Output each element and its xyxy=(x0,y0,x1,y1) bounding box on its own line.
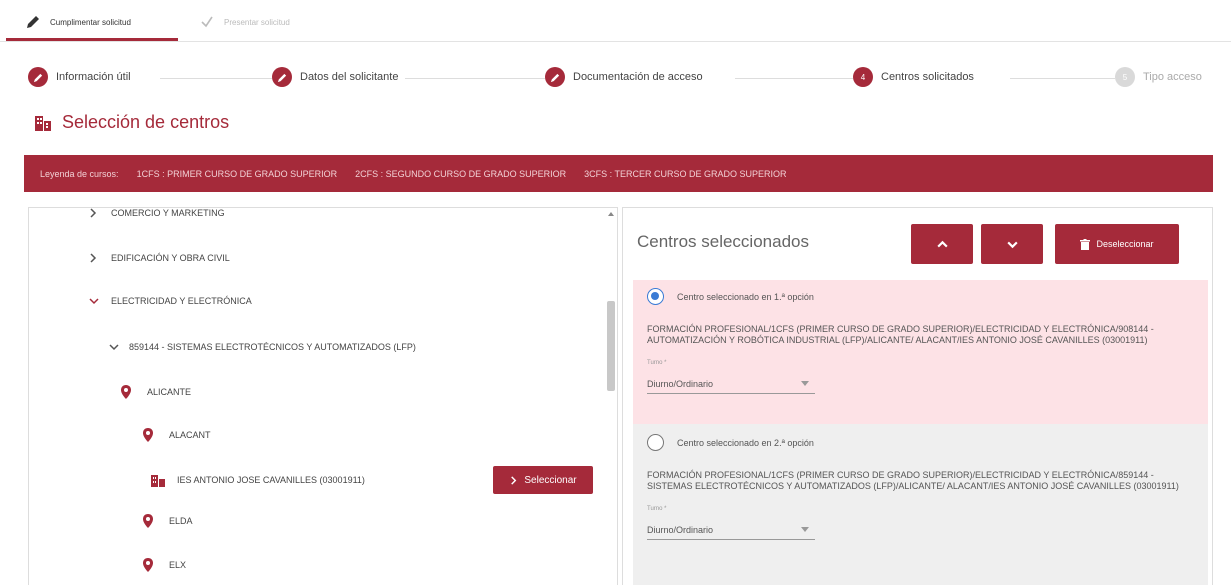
stepper: Información útil Datos del solicitante D… xyxy=(0,62,1231,92)
chevron-right-icon xyxy=(511,475,517,485)
trash-icon xyxy=(1080,238,1091,250)
chevron-right-icon xyxy=(90,208,97,218)
step-edit-icon xyxy=(272,67,292,87)
turno-value: Diurno/Ordinario xyxy=(647,524,714,535)
step-connector xyxy=(405,78,545,79)
tree-item-label: IES ANTONIO JOSE CAVANILLES (03001911) xyxy=(177,475,365,485)
select-button[interactable]: Seleccionar xyxy=(493,466,593,494)
step-connector xyxy=(735,78,853,79)
option-1-description: FORMACIÓN PROFESIONAL/1CFS (PRIMER CURSO… xyxy=(647,324,1154,345)
pencil-icon xyxy=(27,16,39,28)
map-pin-icon xyxy=(121,385,131,399)
tree-item-label: ELECTRICIDAD Y ELECTRÓNICA xyxy=(111,296,252,306)
option-1-turno-select[interactable]: Diurno/Ordinario xyxy=(647,374,815,394)
turno-value: Diurno/Ordinario xyxy=(647,378,714,389)
turno-label: Turno * xyxy=(647,506,667,512)
chevron-right-icon xyxy=(90,253,97,263)
select-button-label: Seleccionar xyxy=(524,474,577,486)
step-tipo-acceso[interactable]: 5 Tipo acceso xyxy=(1115,67,1208,87)
chevron-down-icon xyxy=(109,344,119,351)
check-icon xyxy=(201,16,213,28)
option-1-radio[interactable] xyxy=(647,288,664,305)
move-down-button[interactable] xyxy=(981,224,1043,264)
option-2-label: Centro seleccionado en 2.ª opción xyxy=(677,438,814,448)
course-tree: COMERCIO Y MARKETING EDIFICACIÓN Y OBRA … xyxy=(28,207,618,585)
legend-item: 1CFS : PRIMER CURSO DE GRADO SUPERIOR xyxy=(136,168,338,179)
tab-label: Presentar solicitud xyxy=(224,17,290,27)
step-label: Centros solicitados xyxy=(881,71,974,83)
option-2-turno-select[interactable]: Diurno/Ordinario xyxy=(647,520,815,540)
legend-item: 2CFS : SEGUNDO CURSO DE GRADO SUPERIOR xyxy=(355,168,567,179)
step-datos-solicitante[interactable]: Datos del solicitante xyxy=(272,67,405,87)
tree-item-label: ELDA xyxy=(169,516,193,526)
selected-centers-title: Centros seleccionados xyxy=(637,232,809,251)
tree-item-alacant[interactable]: ALACANT xyxy=(143,428,211,442)
page-title-text: Selección de centros xyxy=(62,112,230,132)
tree-item-label: EDIFICACIÓN Y OBRA CIVIL xyxy=(111,253,230,263)
scroll-up-icon[interactable] xyxy=(607,210,615,218)
move-up-button[interactable] xyxy=(911,224,973,264)
selected-centers-panel: Centros seleccionados Deseleccionar Cent… xyxy=(622,207,1213,585)
map-pin-icon xyxy=(143,514,153,528)
tree-item-elda[interactable]: ELDA xyxy=(143,514,193,528)
tree-scrollbar[interactable] xyxy=(605,208,617,585)
step-connector xyxy=(160,78,272,79)
tree-item-elx[interactable]: ELX xyxy=(143,558,186,572)
tree-item-edificacion[interactable]: EDIFICACIÓN Y OBRA CIVIL xyxy=(89,253,230,263)
option-1-label: Centro seleccionado en 1.ª opción xyxy=(677,292,814,302)
option-2-radio[interactable] xyxy=(647,434,664,451)
chevron-down-icon xyxy=(1006,241,1018,248)
dropdown-arrow-icon xyxy=(801,381,809,386)
active-tab-indicator xyxy=(6,38,178,41)
tree-item-label: ALICANTE xyxy=(147,387,192,397)
step-number: 4 xyxy=(853,67,873,87)
tree-item-alicante[interactable]: ALICANTE xyxy=(121,385,191,399)
step-label: Documentación de acceso xyxy=(573,71,703,83)
chevron-down-icon xyxy=(89,298,99,305)
step-connector xyxy=(1010,78,1115,79)
step-informacion-util[interactable]: Información útil xyxy=(28,67,137,87)
tree-item-electricidad[interactable]: ELECTRICIDAD Y ELECTRÓNICA xyxy=(89,296,252,306)
step-edit-icon xyxy=(28,67,48,87)
tree-item-label: ALACANT xyxy=(169,430,211,440)
tree-item-label: ELX xyxy=(169,560,187,570)
step-number: 5 xyxy=(1115,67,1135,87)
tab-label: Cumplimentar solicitud xyxy=(50,17,131,27)
deselect-button[interactable]: Deseleccionar xyxy=(1055,224,1179,264)
turno-label: Turno * xyxy=(647,360,667,366)
selected-option-2[interactable]: Centro seleccionado en 2.ª opción FORMAC… xyxy=(633,424,1208,585)
step-label: Información útil xyxy=(56,71,131,83)
legend-label: Leyenda de cursos: xyxy=(40,168,119,179)
tab-cumplimentar[interactable]: Cumplimentar solicitud xyxy=(26,10,131,34)
map-pin-icon xyxy=(143,428,153,442)
tree-item-ies-cavanilles[interactable]: IES ANTONIO JOSE CAVANILLES (03001911) xyxy=(151,473,365,487)
deselect-button-label: Deseleccionar xyxy=(1096,239,1154,249)
tree-item-ciclo[interactable]: 859144 - SISTEMAS ELECTROTÉCNICOS Y AUTO… xyxy=(109,342,416,352)
dropdown-arrow-icon xyxy=(801,527,809,532)
step-label: Tipo acceso xyxy=(1143,71,1202,83)
building-icon xyxy=(151,475,165,487)
option-2-description: FORMACIÓN PROFESIONAL/1CFS (PRIMER CURSO… xyxy=(647,470,1179,491)
building-icon xyxy=(35,115,51,131)
step-documentacion-acceso[interactable]: Documentación de acceso xyxy=(545,67,709,87)
scroll-thumb[interactable] xyxy=(607,301,615,391)
selected-option-1[interactable]: Centro seleccionado en 1.ª opción FORMAC… xyxy=(633,280,1208,424)
chevron-up-icon xyxy=(936,240,948,247)
legend-item: 3CFS : TERCER CURSO DE GRADO SUPERIOR xyxy=(584,168,787,179)
tree-item-label: 859144 - SISTEMAS ELECTROTÉCNICOS Y AUTO… xyxy=(129,342,416,352)
step-edit-icon xyxy=(545,67,565,87)
step-centros-solicitados[interactable]: 4 Centros solicitados xyxy=(853,67,980,87)
page-title: Selección de centros xyxy=(34,112,229,133)
tree-item-comercio[interactable]: COMERCIO Y MARKETING xyxy=(89,208,225,218)
step-label: Datos del solicitante xyxy=(300,71,399,83)
tree-item-label: COMERCIO Y MARKETING xyxy=(111,208,225,218)
map-pin-icon xyxy=(143,558,153,572)
top-tabs: Cumplimentar solicitud Presentar solicit… xyxy=(0,0,1231,42)
course-legend: Leyenda de cursos: 1CFS : PRIMER CURSO D… xyxy=(24,155,1213,192)
tab-presentar[interactable]: Presentar solicitud xyxy=(200,10,290,34)
